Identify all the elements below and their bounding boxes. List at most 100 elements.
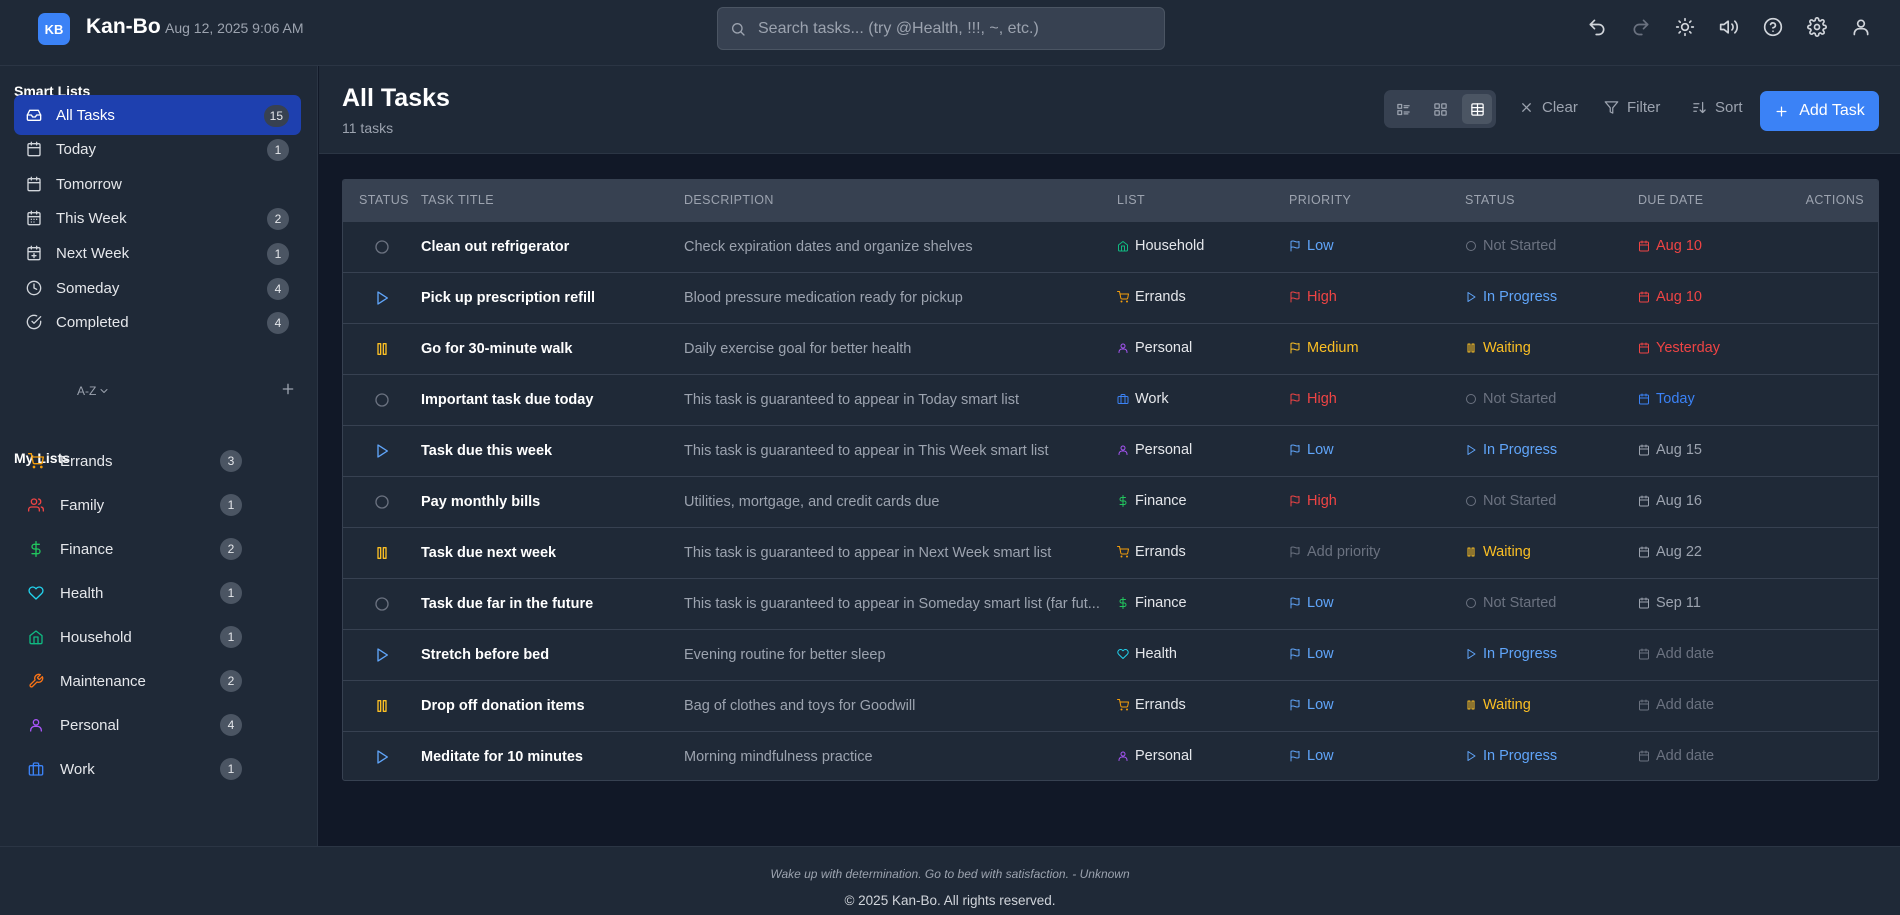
list-item-household[interactable]: Household 1 xyxy=(22,617,242,657)
task-title[interactable]: Pay monthly bills xyxy=(421,476,684,527)
sidebar-item-this-week[interactable]: This Week 2 xyxy=(14,198,301,238)
column-header[interactable]: LIST xyxy=(1117,180,1289,221)
status-toggle[interactable] xyxy=(343,374,421,425)
status-toggle[interactable] xyxy=(343,476,421,527)
task-list[interactable]: Personal xyxy=(1117,425,1289,476)
status-toggle[interactable] xyxy=(343,629,421,680)
table-row[interactable]: Pick up prescription refill Blood pressur… xyxy=(343,272,1878,323)
task-priority[interactable]: Low xyxy=(1289,221,1465,272)
list-item-finance[interactable]: Finance 2 xyxy=(22,529,242,569)
sort-button[interactable]: Sort xyxy=(1692,99,1743,116)
task-status[interactable]: Waiting xyxy=(1465,527,1638,578)
task-actions[interactable] xyxy=(1773,323,1878,374)
task-due-date[interactable]: Aug 10 xyxy=(1638,221,1773,272)
help-icon[interactable] xyxy=(1763,17,1785,39)
filter-button[interactable]: Filter xyxy=(1604,99,1660,116)
column-header[interactable]: STATUS xyxy=(1465,180,1638,221)
add-list-button[interactable] xyxy=(280,381,296,397)
task-due-date[interactable]: Add date xyxy=(1638,680,1773,731)
status-toggle[interactable] xyxy=(343,221,421,272)
sidebar-item-today[interactable]: Today 1 xyxy=(14,129,301,169)
task-actions[interactable] xyxy=(1773,272,1878,323)
app-logo[interactable]: KB xyxy=(38,13,70,45)
task-list[interactable]: Household xyxy=(1117,221,1289,272)
sun-icon[interactable] xyxy=(1675,17,1697,39)
task-priority[interactable]: Low xyxy=(1289,680,1465,731)
task-title[interactable]: Drop off donation items xyxy=(421,680,684,731)
table-row[interactable]: Go for 30-minute walk Daily exercise goal… xyxy=(343,323,1878,374)
task-priority[interactable]: Add priority xyxy=(1289,527,1465,578)
list-item-personal[interactable]: Personal 4 xyxy=(22,705,242,745)
task-title[interactable]: Important task due today xyxy=(421,374,684,425)
add-task-button[interactable]: Add Task xyxy=(1760,91,1879,131)
task-list[interactable]: Finance xyxy=(1117,578,1289,629)
task-priority[interactable]: Low xyxy=(1289,731,1465,780)
task-title[interactable]: Task due this week xyxy=(421,425,684,476)
status-toggle[interactable] xyxy=(343,425,421,476)
status-toggle[interactable] xyxy=(343,680,421,731)
table-row[interactable]: Task due far in the future This task is g… xyxy=(343,578,1878,629)
table-view-button[interactable] xyxy=(1462,94,1492,124)
task-priority[interactable]: Low xyxy=(1289,578,1465,629)
task-status[interactable]: In Progress xyxy=(1465,425,1638,476)
task-status[interactable]: Not Started xyxy=(1465,374,1638,425)
task-actions[interactable] xyxy=(1773,221,1878,272)
task-priority[interactable]: Low xyxy=(1289,629,1465,680)
sidebar-item-next-week[interactable]: Next Week 1 xyxy=(14,233,301,273)
task-status[interactable]: Not Started xyxy=(1465,221,1638,272)
list-view-button[interactable] xyxy=(1388,94,1418,124)
task-title[interactable]: Task due far in the future xyxy=(421,578,684,629)
list-sort-dropdown[interactable]: A-Z xyxy=(77,384,110,398)
table-row[interactable]: Drop off donation items Bag of clothes an… xyxy=(343,680,1878,731)
status-toggle[interactable] xyxy=(343,527,421,578)
task-due-date[interactable]: Add date xyxy=(1638,629,1773,680)
task-title[interactable]: Meditate for 10 minutes xyxy=(421,731,684,780)
task-actions[interactable] xyxy=(1773,476,1878,527)
status-toggle[interactable] xyxy=(343,731,421,780)
task-list[interactable]: Personal xyxy=(1117,731,1289,780)
grid-view-button[interactable] xyxy=(1425,94,1455,124)
settings-icon[interactable] xyxy=(1807,17,1829,39)
column-header[interactable]: DESCRIPTION xyxy=(684,180,1117,221)
task-due-date[interactable]: Aug 15 xyxy=(1638,425,1773,476)
task-due-date[interactable]: Today xyxy=(1638,374,1773,425)
list-item-work[interactable]: Work 1 xyxy=(22,749,242,789)
task-priority[interactable]: Medium xyxy=(1289,323,1465,374)
task-actions[interactable] xyxy=(1773,527,1878,578)
task-priority[interactable]: High xyxy=(1289,272,1465,323)
task-status[interactable]: Not Started xyxy=(1465,476,1638,527)
task-due-date[interactable]: Aug 22 xyxy=(1638,527,1773,578)
task-actions[interactable] xyxy=(1773,425,1878,476)
task-status[interactable]: Not Started xyxy=(1465,578,1638,629)
task-list[interactable]: Health xyxy=(1117,629,1289,680)
list-item-maintenance[interactable]: Maintenance 2 xyxy=(22,661,242,701)
task-title[interactable]: Clean out refrigerator xyxy=(421,221,684,272)
list-item-health[interactable]: Health 1 xyxy=(22,573,242,613)
task-actions[interactable] xyxy=(1773,731,1878,780)
task-priority[interactable]: Low xyxy=(1289,425,1465,476)
task-list[interactable]: Work xyxy=(1117,374,1289,425)
column-header[interactable]: TASK TITLE xyxy=(421,180,684,221)
task-title[interactable]: Stretch before bed xyxy=(421,629,684,680)
table-row[interactable]: Pay monthly bills Utilities, mortgage, an… xyxy=(343,476,1878,527)
list-item-errands[interactable]: Errands 3 xyxy=(22,441,242,481)
task-due-date[interactable]: Aug 16 xyxy=(1638,476,1773,527)
search-input[interactable] xyxy=(758,19,1138,38)
table-row[interactable]: Stretch before bed Evening routine for be… xyxy=(343,629,1878,680)
task-priority[interactable]: High xyxy=(1289,374,1465,425)
column-header[interactable]: STATUS xyxy=(343,180,421,221)
undo-icon[interactable] xyxy=(1587,17,1609,39)
task-title[interactable]: Pick up prescription refill xyxy=(421,272,684,323)
task-due-date[interactable]: Aug 10 xyxy=(1638,272,1773,323)
task-actions[interactable] xyxy=(1773,680,1878,731)
task-status[interactable]: Waiting xyxy=(1465,323,1638,374)
volume-icon[interactable] xyxy=(1719,17,1741,39)
task-status[interactable]: Waiting xyxy=(1465,680,1638,731)
column-header[interactable]: PRIORITY xyxy=(1289,180,1465,221)
status-toggle[interactable] xyxy=(343,272,421,323)
task-status[interactable]: In Progress xyxy=(1465,629,1638,680)
redo-icon[interactable] xyxy=(1631,17,1653,39)
task-actions[interactable] xyxy=(1773,578,1878,629)
task-list[interactable]: Personal xyxy=(1117,323,1289,374)
task-status[interactable]: In Progress xyxy=(1465,272,1638,323)
